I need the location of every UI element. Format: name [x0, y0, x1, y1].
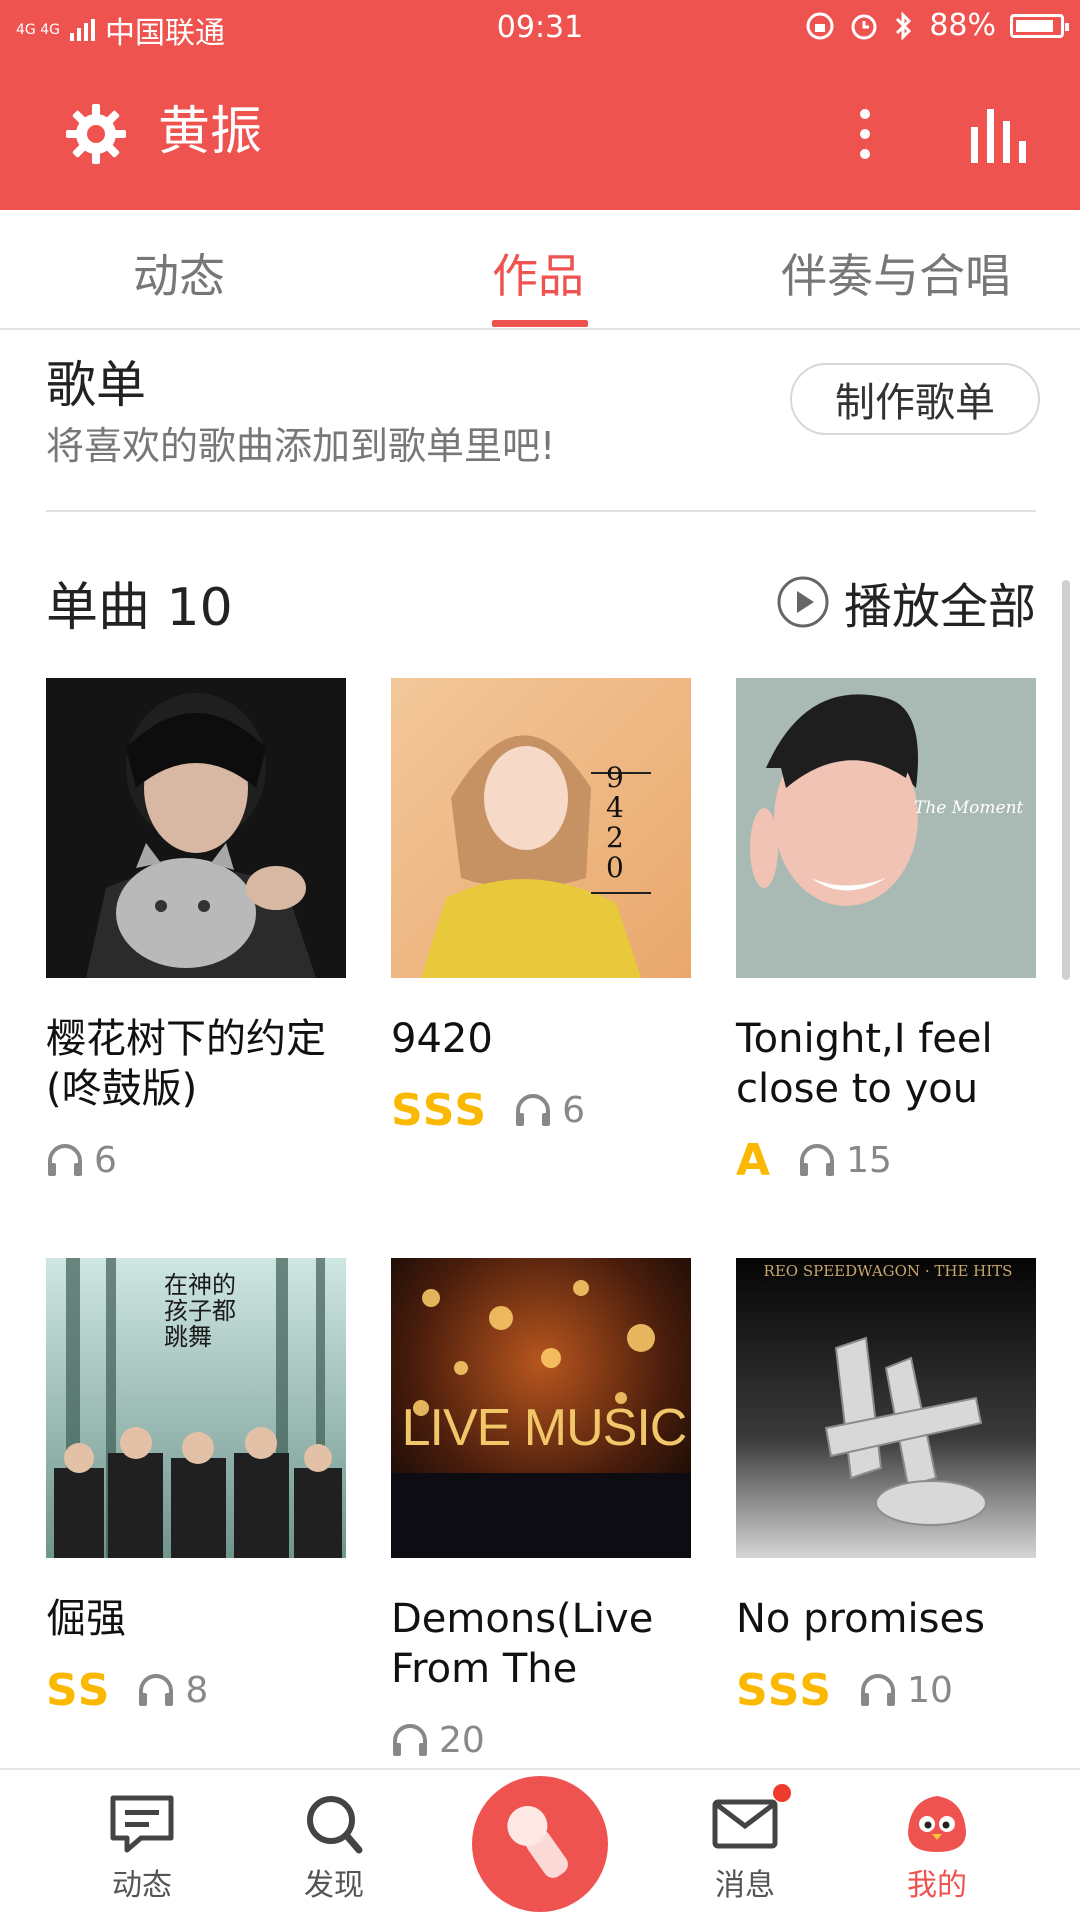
play-count-value: 6: [562, 1089, 586, 1131]
playlist-hint: 将喜欢的歌曲添加到歌单里吧!: [46, 424, 556, 468]
battery-percent: 88%: [929, 8, 996, 43]
play-count-value: 8: [185, 1669, 209, 1711]
song-card[interactable]: 樱花树下的约定(咚鼓版) 6: [46, 678, 346, 1184]
status-bar: 4G 4G 中国联通 09:31 88%: [0, 0, 1080, 56]
alarm-icon: [851, 14, 877, 39]
cover-text: REO SPEEDWAGON · THE HITS: [763, 1262, 1013, 1280]
tab-accompaniment[interactable]: 伴奏与合唱: [781, 240, 1011, 306]
song-title[interactable]: Demons(Live From The: [391, 1594, 701, 1694]
notification-dot: [773, 1784, 791, 1802]
playlist-section: 歌单 将喜欢的歌曲添加到歌单里吧! 制作歌单: [46, 345, 1040, 512]
album-cover[interactable]: REO SPEEDWAGON · THE HITS: [736, 1258, 1036, 1558]
cover-text: 在神的孩子都跳舞: [164, 1271, 236, 1351]
album-cover[interactable]: LIVE MUSIC: [391, 1258, 691, 1558]
feed-icon: [110, 1795, 174, 1853]
album-cover[interactable]: The Moment: [736, 678, 1036, 978]
cover-text: The Moment: [914, 798, 1024, 818]
song-meta: 20: [391, 1716, 691, 1764]
song-meta: 6: [46, 1136, 346, 1184]
play-all-button[interactable]: 播放全部: [776, 567, 1036, 637]
more-menu-icon[interactable]: [845, 98, 885, 170]
play-count: 6: [46, 1140, 117, 1181]
app-bar: 黄振: [0, 56, 1080, 210]
battery-fill: [1016, 19, 1053, 32]
score-grade: SSS: [736, 1664, 834, 1716]
play-all-label: 播放全部: [843, 579, 1036, 635]
tab-feed[interactable]: 动态: [133, 240, 225, 306]
nav-discover[interactable]: 发现: [274, 1792, 394, 1904]
songs-count: 单曲 10: [46, 578, 233, 638]
play-count: 8: [137, 1670, 208, 1711]
nav-label: 动态: [112, 1868, 172, 1903]
nav-me[interactable]: 我的: [877, 1792, 997, 1904]
album-cover[interactable]: 9420: [391, 678, 691, 978]
search-icon: [307, 1796, 363, 1854]
song-title[interactable]: 樱花树下的约定(咚鼓版): [46, 1014, 356, 1114]
microphone-icon: [507, 1805, 568, 1878]
song-title[interactable]: 倔强: [46, 1594, 356, 1644]
song-title[interactable]: 9420: [391, 1014, 701, 1064]
song-meta: SSS 6: [391, 1084, 691, 1136]
song-meta: A 15: [736, 1134, 1036, 1186]
gear-icon[interactable]: [60, 98, 132, 170]
play-count: 10: [859, 1670, 953, 1711]
active-tab-indicator: [492, 320, 588, 327]
score-grade: SS: [46, 1664, 112, 1716]
tab-works[interactable]: 作品: [492, 240, 584, 306]
create-playlist-button[interactable]: 制作歌单: [790, 363, 1040, 435]
bird-mascot-icon: [908, 1796, 966, 1852]
song-card[interactable]: LIVE MUSIC Demons(Live From The 20: [391, 1258, 691, 1764]
mail-icon: [712, 1799, 778, 1849]
nav-messages[interactable]: 消息: [685, 1792, 805, 1904]
song-card[interactable]: REO SPEEDWAGON · THE HITS No promises SS…: [736, 1258, 1036, 1716]
bluetooth-icon: [896, 10, 912, 41]
equalizer-icon[interactable]: [965, 101, 1035, 171]
song-meta: SSS 10: [736, 1664, 1036, 1716]
nav-label: 发现: [304, 1868, 364, 1903]
play-circle-icon: [777, 576, 829, 628]
cover-text: LIVE MUSIC: [401, 1399, 688, 1457]
status-right: 88%: [805, 8, 1069, 43]
nav-label: 我的: [907, 1868, 967, 1903]
play-count: 6: [514, 1090, 585, 1131]
page-title: 黄振: [158, 102, 263, 162]
play-count-value: 20: [439, 1719, 485, 1761]
headphones-icon: [516, 1094, 551, 1126]
play-count-value: 6: [94, 1139, 117, 1181]
tab-bar: 动态 作品 伴奏与合唱: [0, 210, 1080, 330]
playlist-title: 歌单: [46, 356, 146, 414]
play-count: 20: [391, 1720, 485, 1761]
song-card[interactable]: 在神的孩子都跳舞 倔强 SS 8: [46, 1258, 346, 1716]
headphones-icon: [393, 1724, 427, 1756]
play-count-value: 10: [907, 1669, 953, 1711]
songs-header: 单曲 10 播放全部: [46, 565, 1036, 638]
headphones-icon: [861, 1674, 896, 1706]
song-title[interactable]: No promises: [736, 1594, 1046, 1644]
headphones-icon: [139, 1674, 174, 1706]
cover-text: 9420: [606, 761, 624, 884]
song-title[interactable]: Tonight,I feel close to you: [736, 1014, 1046, 1114]
play-count-value: 15: [846, 1139, 892, 1181]
nav-feed[interactable]: 动态: [82, 1792, 202, 1904]
album-cover[interactable]: 在神的孩子都跳舞: [46, 1258, 346, 1558]
headphones-icon: [48, 1144, 82, 1176]
nav-label: 消息: [715, 1868, 775, 1903]
album-cover[interactable]: [46, 678, 346, 978]
song-card[interactable]: The Moment Tonight,I feel close to you A…: [736, 678, 1036, 1186]
battery-icon: [1010, 13, 1069, 38]
lock-rotation-icon: [806, 12, 834, 39]
song-card[interactable]: 9420 9420 SSS 6: [391, 678, 691, 1136]
sing-button[interactable]: [472, 1776, 608, 1912]
scrollbar[interactable]: [1062, 580, 1070, 980]
play-count: 15: [798, 1140, 892, 1181]
song-meta: SS 8: [46, 1664, 346, 1716]
headphones-icon: [800, 1144, 835, 1176]
score-grade: A: [736, 1134, 773, 1186]
score-grade: SSS: [391, 1084, 489, 1136]
